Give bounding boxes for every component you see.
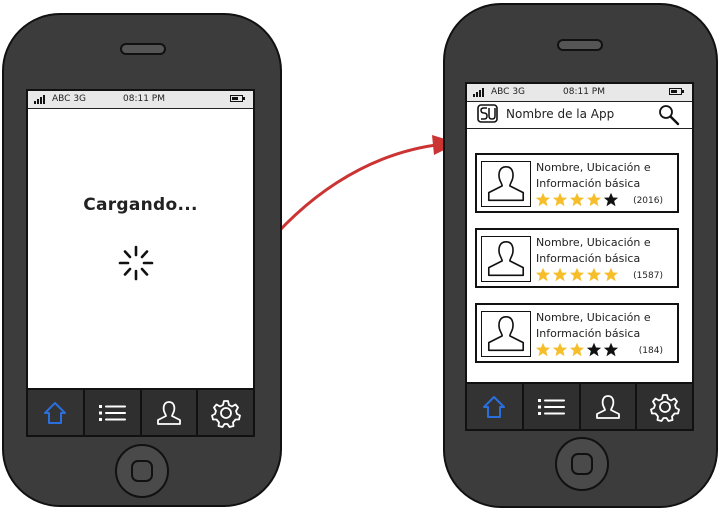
avatar-placeholder-icon (481, 236, 531, 282)
star-filled-icon (535, 192, 551, 207)
carrier-label: ABC 3G (491, 87, 526, 97)
gear-icon (210, 399, 241, 428)
signal-icon (473, 88, 484, 97)
tab-profile[interactable] (142, 390, 199, 435)
tab-home[interactable] (28, 390, 85, 435)
listing-info-line1: Nombre, Ubicación e (536, 236, 651, 249)
star-filled-icon (569, 342, 585, 357)
listing-info-line2: Información básica (536, 177, 641, 190)
star-filled-icon (552, 342, 568, 357)
star-filled-icon (569, 267, 585, 282)
star-filled-icon (535, 342, 551, 357)
listing-info: Nombre, Ubicación e Información básica (536, 235, 651, 267)
phone-loading: ABC 3G 08:11 PM Cargando... (2, 13, 282, 507)
listing-info-line1: Nombre, Ubicación e (536, 311, 651, 324)
search-icon[interactable] (658, 104, 680, 126)
tab-settings[interactable] (637, 384, 692, 429)
user-icon (156, 400, 181, 425)
listing-card[interactable]: Nombre, Ubicación e Información básica (… (475, 228, 679, 288)
app-logo-icon (477, 104, 498, 123)
star-filled-icon (552, 267, 568, 282)
status-bar: ABC 3G 08:11 PM (28, 91, 253, 109)
star-filled-icon (569, 192, 585, 207)
avatar-placeholder-icon (481, 311, 531, 357)
star-empty-icon (603, 192, 619, 207)
list-icon (99, 404, 127, 421)
loading-spinner-icon (118, 245, 154, 281)
tab-bar (467, 382, 692, 429)
star-empty-icon (603, 342, 619, 357)
listing-card[interactable]: Nombre, Ubicación e Información básica (… (475, 153, 679, 213)
avatar-placeholder-icon (481, 161, 531, 207)
listing-info: Nombre, Ubicación e Información básica (536, 160, 651, 192)
home-hardware-button[interactable] (555, 437, 609, 491)
tab-settings[interactable] (198, 390, 253, 435)
review-count: (2016) (633, 196, 663, 206)
star-filled-icon (552, 192, 568, 207)
phone-speaker (557, 39, 603, 51)
star-filled-icon (586, 192, 602, 207)
star-rating (535, 342, 619, 357)
clock-label: 08:11 PM (563, 87, 605, 97)
review-count: (184) (638, 346, 663, 356)
star-rating (535, 267, 619, 282)
list-icon (538, 398, 566, 415)
listings-screen: ABC 3G 08:11 PM Nombre de la App Nombre,… (465, 82, 694, 431)
status-bar: ABC 3G 08:11 PM (467, 84, 692, 102)
gear-icon (649, 393, 680, 422)
listing-card[interactable]: Nombre, Ubicación e Información básica (… (475, 303, 679, 363)
phone-listings: ABC 3G 08:11 PM Nombre de la App Nombre,… (443, 3, 718, 508)
carrier-label: ABC 3G (52, 94, 87, 104)
star-empty-icon (586, 342, 602, 357)
listing-info: Nombre, Ubicación e Información básica (536, 310, 651, 342)
tab-list[interactable] (524, 384, 581, 429)
tab-list[interactable] (85, 390, 142, 435)
battery-icon (669, 88, 684, 95)
tab-bar (28, 388, 253, 435)
app-title: Nombre de la App (506, 107, 615, 121)
star-filled-icon (603, 267, 619, 282)
loading-screen: ABC 3G 08:11 PM Cargando... (26, 89, 255, 437)
star-rating (535, 192, 619, 207)
home-hardware-button[interactable] (115, 444, 169, 498)
app-header: Nombre de la App (467, 101, 692, 129)
review-count: (1587) (633, 271, 663, 281)
phone-speaker (120, 43, 166, 55)
battery-icon (230, 95, 245, 102)
tab-profile[interactable] (581, 384, 638, 429)
user-icon (595, 394, 620, 419)
star-filled-icon (586, 267, 602, 282)
home-icon (483, 395, 506, 418)
clock-label: 08:11 PM (123, 94, 165, 104)
home-icon (44, 401, 67, 424)
star-filled-icon (535, 267, 551, 282)
listing-info-line1: Nombre, Ubicación e (536, 161, 651, 174)
tab-home[interactable] (467, 384, 524, 429)
listing-info-line2: Información básica (536, 327, 641, 340)
listing-info-line2: Información básica (536, 252, 641, 265)
signal-icon (34, 95, 45, 104)
loading-message: Cargando... (83, 195, 198, 215)
